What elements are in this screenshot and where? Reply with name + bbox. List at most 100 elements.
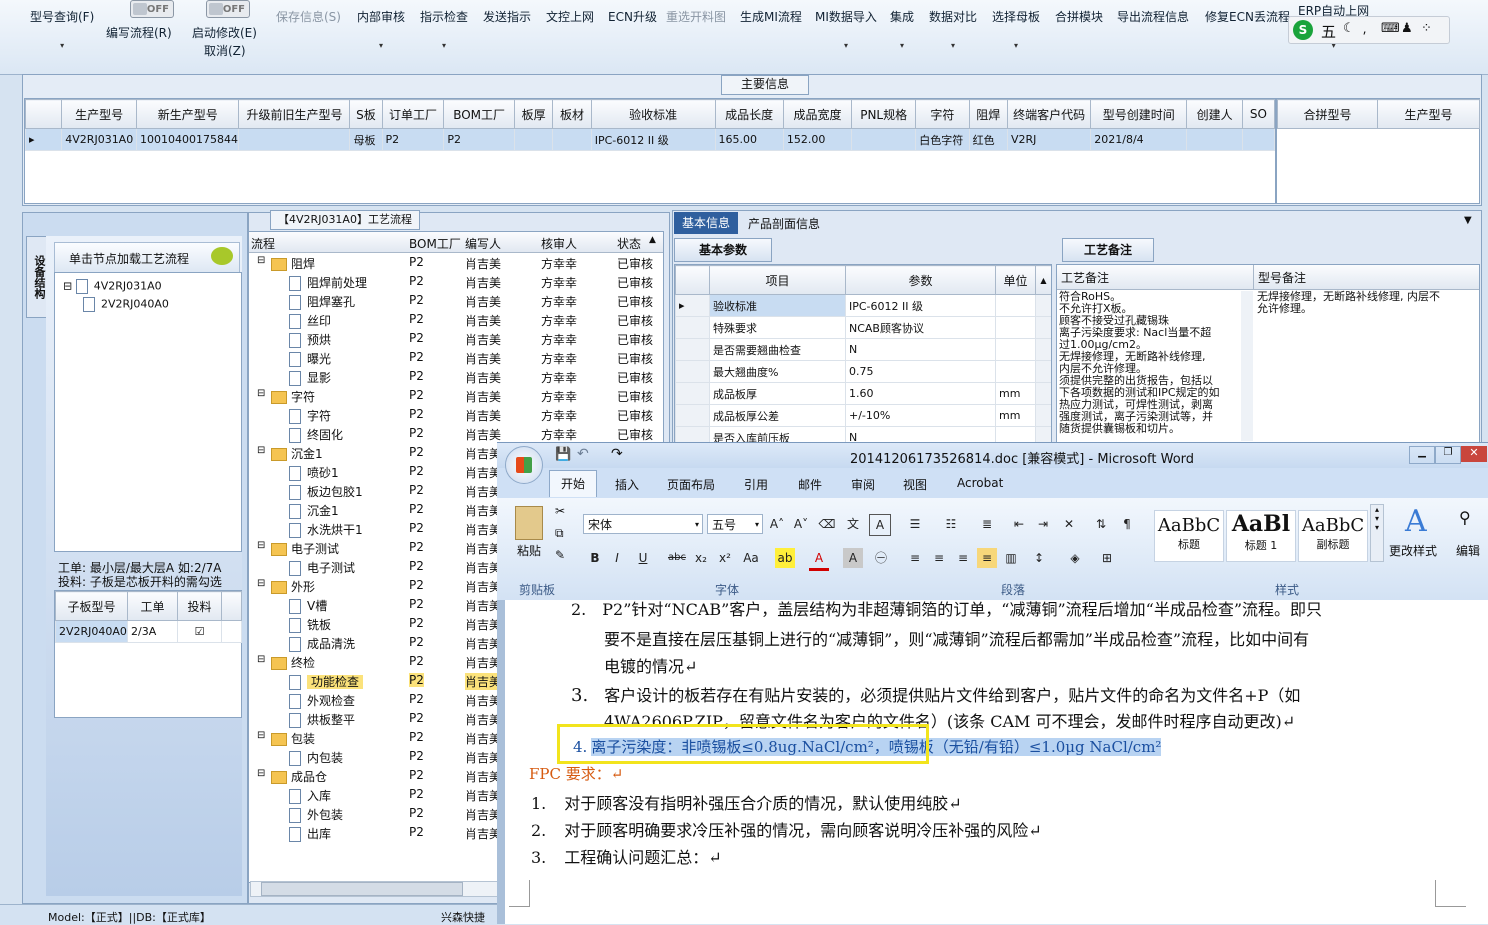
param-cell[interactable] <box>995 338 1036 361</box>
table-row[interactable]: ▸ 验收标准 IPC-6012 II 级 <box>675 294 1051 317</box>
process-cell-reviewer[interactable]: 方幸幸 <box>541 331 577 348</box>
process-cell-bom[interactable]: P2 <box>409 768 424 782</box>
process-cell-bom[interactable]: P2 <box>409 635 424 649</box>
col-header[interactable]: SO <box>1241 99 1276 129</box>
process-cell-writer[interactable]: 肖吉美 <box>465 787 501 804</box>
highlight-icon[interactable]: ab <box>775 548 795 568</box>
process-cell-bom[interactable]: P2 <box>409 654 424 668</box>
doc-text-line[interactable]: 对于顾客没有指明补强压合介质的情况，默认使用纯胶↵ <box>564 794 961 813</box>
combine-grid[interactable]: 合拼型号 生产型号 <box>1276 98 1480 204</box>
align-right-icon[interactable]: ≡ <box>953 548 973 568</box>
param-cell[interactable]: IPC-6012 II 级 <box>845 294 996 317</box>
process-cell-writer[interactable]: 肖吉美 <box>465 806 501 823</box>
fpc-heading[interactable]: FPC 要求：↵ <box>529 763 623 784</box>
toolbar-btn-internal-review[interactable]: 内部审核 ▾ <box>357 8 405 50</box>
sub-board-grid[interactable]: 子板型号 工单 投料 2V2RJ040A0 2/3A ☑ <box>54 590 242 718</box>
param-cell[interactable] <box>995 360 1036 383</box>
bold-icon[interactable]: B <box>585 548 605 568</box>
shading-icon[interactable]: ◈ <box>1065 548 1085 568</box>
col-header-model[interactable]: 型号备注 <box>1254 265 1479 290</box>
doc-text-line[interactable]: 对于顾客明确要求冷压补强的情况，需向顾客说明冷压补强的风险↵ <box>564 821 1041 840</box>
col-header[interactable]: 终端客户代码 <box>1006 99 1092 129</box>
param-cell[interactable]: 验收标准 <box>709 294 846 317</box>
toolbar-btn-reselect[interactable]: 重选开料图 <box>666 8 726 25</box>
vertical-tab-equipment[interactable]: 设备结构 <box>26 236 48 318</box>
collapse-toggle-icon[interactable]: ⊟ <box>257 578 265 589</box>
process-cell-writer[interactable]: 肖吉美 <box>465 502 501 519</box>
process-cell-reviewer[interactable]: 方幸幸 <box>541 293 577 310</box>
col-header[interactable]: 合拼型号 <box>1277 99 1378 129</box>
char-shading-icon[interactable]: A <box>843 548 863 568</box>
process-cell-writer[interactable]: 肖吉美 <box>465 445 501 462</box>
toolbar-btn-query[interactable]: 型号查询(F) ▾ <box>30 8 94 50</box>
char-border-icon[interactable]: A <box>869 514 891 536</box>
process-cell-bom[interactable]: P2 <box>409 483 424 497</box>
param-cell[interactable] <box>995 316 1036 339</box>
user-icon[interactable]: ♟ <box>1401 21 1413 36</box>
process-cell-status[interactable]: 已审核 <box>617 331 653 348</box>
tab-review[interactable]: 审阅 <box>851 476 875 493</box>
col-header[interactable]: 编写人 <box>465 235 501 252</box>
process-cell-writer[interactable]: 肖吉美 <box>465 825 501 842</box>
process-name[interactable]: 烘板整平 <box>307 713 355 727</box>
superscript-icon[interactable]: x² <box>715 548 735 568</box>
toolbar-btn-cancel[interactable]: 取消(Z) <box>204 42 246 59</box>
doc-text-line[interactable]: 工程确认问题汇总：↵ <box>564 848 721 867</box>
param-cell[interactable]: 是否需要翘曲检查 <box>709 338 846 361</box>
minimize-icon[interactable]: ▁ <box>1409 446 1435 464</box>
tab-view[interactable]: 视图 <box>903 476 927 493</box>
process-name[interactable]: 包装 <box>291 732 315 746</box>
col-header[interactable]: 参数 <box>845 265 996 295</box>
process-cell-bom[interactable]: P2 <box>409 388 424 402</box>
underline-icon[interactable]: U <box>633 548 653 568</box>
row-selector-icon[interactable] <box>675 404 710 427</box>
toolbar-btn-publish[interactable]: 文控上网 <box>546 8 594 25</box>
param-cell[interactable]: 特殊要求 <box>709 316 846 339</box>
process-cell-bom[interactable]: P2 <box>409 464 424 478</box>
col-header[interactable]: 单位 <box>995 265 1036 295</box>
numbering-icon[interactable]: ☷ <box>941 514 961 534</box>
tab-insert[interactable]: 插入 <box>615 476 639 493</box>
justify-icon[interactable]: ≡ <box>977 548 997 568</box>
paste-icon[interactable] <box>515 506 543 540</box>
keyboard-icon[interactable]: ⌨ <box>1381 21 1400 36</box>
document-page[interactable]: 2. P2”针对“NCAB”客户，盖层结构为非超薄铜箔的订单，“减薄铜”流程后增加… <box>505 600 1488 924</box>
toolbar-btn-write-flow[interactable]: 编写流程(R) <box>106 24 172 41</box>
col-header[interactable]: S板 <box>349 99 383 129</box>
toolbar-btn-start-modify[interactable]: 启动修改(E) <box>192 24 257 41</box>
col-header[interactable]: 工单 <box>127 591 178 621</box>
param-cell[interactable]: 最大翘曲度% <box>709 360 846 383</box>
cell[interactable]: 10010400175844 <box>135 128 240 151</box>
process-name[interactable]: 板边包胶1 <box>307 485 363 499</box>
process-cell-writer[interactable]: 肖吉美 <box>465 331 501 348</box>
col-header[interactable]: 生产型号 <box>1377 99 1480 129</box>
process-name[interactable]: 成品仓 <box>291 770 327 784</box>
col-header[interactable]: 验收标准 <box>590 99 716 129</box>
strikethrough-icon[interactable]: abc <box>667 548 687 568</box>
craft-notes-grid[interactable]: 工艺备注 型号备注 符合RoHS。 不允许打X板。 顾客不接受过孔藏锡珠 离子污染度要… <box>1056 264 1480 446</box>
process-name[interactable]: 显影 <box>307 371 331 385</box>
param-cell[interactable]: N <box>845 338 996 361</box>
scroll-thumb[interactable] <box>261 882 463 896</box>
process-cell-reviewer[interactable]: 方幸幸 <box>541 350 577 367</box>
cell[interactable]: 2/3A <box>127 620 178 643</box>
process-name[interactable]: 功能检查 <box>307 675 364 689</box>
tab-layout[interactable]: 页面布局 <box>667 476 715 493</box>
param-cell[interactable]: mm <box>995 404 1036 427</box>
toolbar-btn-export[interactable]: 导出流程信息 <box>1117 8 1189 25</box>
subscript-icon[interactable]: x₂ <box>691 548 711 568</box>
doc-text-line[interactable]: 要不是直接在层压基铜上进行的“减薄铜”，则“减薄铜”流程后都需加”半成品检查”流… <box>604 626 1309 650</box>
process-cell-bom[interactable]: P2 <box>409 597 424 611</box>
process-cell-writer[interactable]: 肖吉美 <box>465 730 501 747</box>
toolbar-btn-save[interactable]: 保存信息(S) <box>276 8 341 25</box>
tab-acrobat[interactable]: Acrobat <box>957 476 1003 490</box>
process-cell-writer[interactable]: 肖吉美 <box>465 768 501 785</box>
process-cell-status[interactable]: 已审核 <box>617 293 653 310</box>
scroll-up-icon[interactable]: ▲ <box>1035 265 1051 295</box>
process-cell-bom[interactable]: P2 <box>409 825 424 839</box>
collapse-toggle-icon[interactable]: ⊟ <box>257 768 265 779</box>
param-cell[interactable]: mm <box>995 382 1036 405</box>
toolbar-btn-integrate[interactable]: 集成 ▾ <box>890 8 914 50</box>
process-name[interactable]: 内包装 <box>307 751 343 765</box>
process-row[interactable]: 终固化 P2 肖吉美 方幸幸 已审核 <box>249 424 663 443</box>
